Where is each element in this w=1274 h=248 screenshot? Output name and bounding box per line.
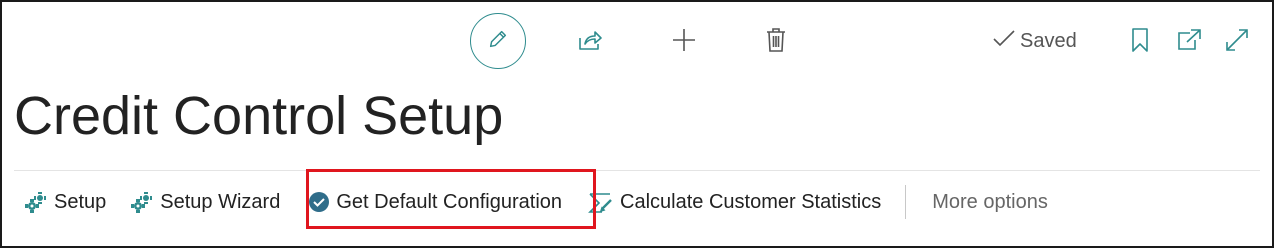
setup-wizard-label: Setup Wizard bbox=[160, 190, 281, 213]
bookmark-icon bbox=[1131, 27, 1149, 58]
expand-button[interactable] bbox=[1222, 26, 1252, 58]
more-options-label: More options bbox=[932, 190, 1048, 213]
bookmark-button[interactable] bbox=[1126, 26, 1154, 58]
page-frame: Saved Credit Control Setup Setup Setup W… bbox=[0, 0, 1274, 248]
setup-icon bbox=[24, 190, 48, 214]
expand-icon bbox=[1225, 28, 1249, 57]
pencil-icon bbox=[487, 28, 509, 55]
calculate-customer-statistics-action[interactable]: Calculate Customer Statistics bbox=[588, 190, 881, 214]
page-title: Credit Control Setup bbox=[14, 86, 504, 146]
share-icon bbox=[577, 28, 603, 57]
open-new-window-button[interactable] bbox=[1174, 26, 1204, 58]
share-button[interactable] bbox=[574, 26, 606, 58]
action-separator bbox=[905, 185, 907, 219]
setup-label: Setup bbox=[54, 190, 107, 213]
trash-icon bbox=[765, 27, 787, 58]
delete-button[interactable] bbox=[760, 26, 792, 58]
open-new-window-icon bbox=[1176, 28, 1202, 57]
setup-action[interactable]: Setup bbox=[24, 190, 106, 214]
setup-wizard-icon bbox=[130, 190, 154, 214]
setup-wizard-action[interactable]: Setup Wizard bbox=[130, 190, 280, 214]
highlight-box bbox=[306, 169, 596, 229]
edit-button[interactable] bbox=[470, 13, 526, 69]
saved-status: Saved bbox=[992, 28, 1077, 54]
plus-icon bbox=[671, 27, 697, 58]
more-options-button[interactable]: More options bbox=[932, 191, 1048, 214]
saved-label: Saved bbox=[1020, 29, 1077, 52]
new-button[interactable] bbox=[668, 26, 700, 58]
top-toolbar: Saved bbox=[2, 2, 1272, 82]
calculate-customer-statistics-label: Calculate Customer Statistics bbox=[620, 190, 882, 213]
checkmark-icon bbox=[992, 28, 1016, 54]
divider bbox=[14, 170, 1260, 171]
